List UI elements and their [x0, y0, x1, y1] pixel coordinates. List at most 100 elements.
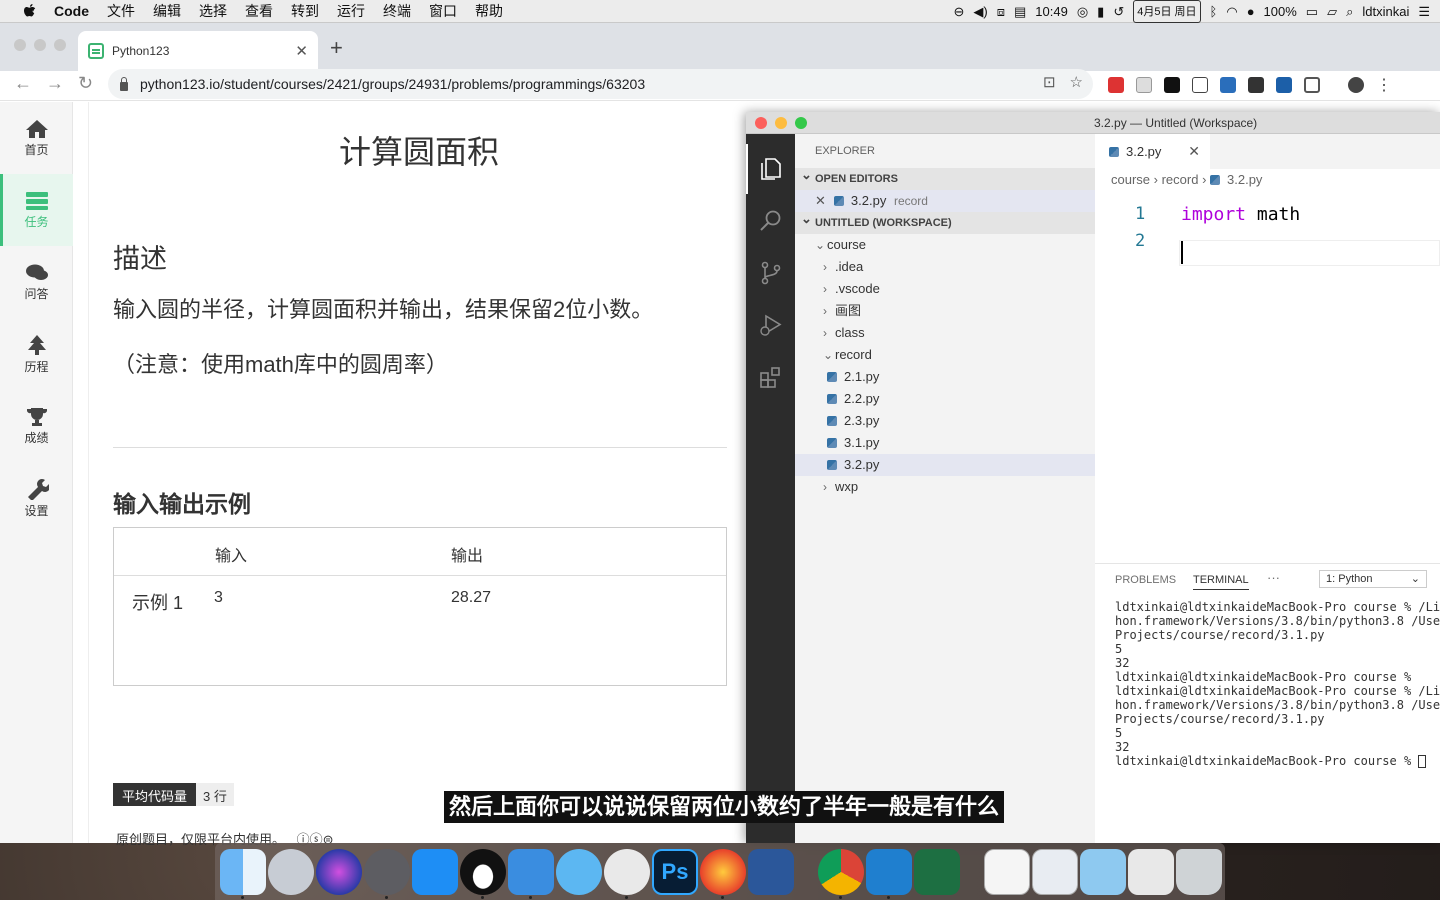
file-2-3[interactable]: 2.3.py — [795, 410, 1095, 432]
memory-icon[interactable]: ▮ — [1097, 0, 1104, 23]
folder-drawing[interactable]: › 画图 — [795, 300, 1095, 322]
extension-icon[interactable] — [1276, 77, 1292, 93]
menu-terminal[interactable]: 终端 — [374, 0, 420, 23]
xcode-icon[interactable] — [508, 849, 554, 895]
breadcrumb-item[interactable]: 3.2.py — [1227, 172, 1262, 187]
close-editor-icon[interactable]: ✕ — [815, 193, 826, 208]
vscode-minimize-button[interactable] — [775, 117, 787, 129]
extension-icon[interactable] — [1220, 77, 1236, 93]
new-tab-icon[interactable]: + — [330, 35, 343, 61]
open-editor-item[interactable]: ✕ 3.2.py record — [795, 190, 1095, 212]
date-badge[interactable]: 4月5日 周日 — [1133, 0, 1201, 23]
chrome-folder-icon[interactable] — [1128, 849, 1174, 895]
time-machine-icon[interactable]: ↺ — [1113, 0, 1124, 23]
launchpad-icon[interactable] — [268, 849, 314, 895]
airplay-icon[interactable]: ▱ — [1327, 0, 1337, 23]
qq-icon[interactable] — [460, 849, 506, 895]
wifi-icon[interactable]: ◠ — [1226, 0, 1237, 23]
firefox-icon[interactable] — [700, 849, 746, 895]
sidebar-item-tasks[interactable]: 任务 — [0, 174, 73, 246]
menu-view[interactable]: 查看 — [236, 0, 282, 23]
explorer-icon[interactable] — [746, 144, 795, 194]
menu-app-code[interactable]: Code — [40, 0, 98, 23]
source-control-icon[interactable] — [758, 260, 784, 286]
terminal-output[interactable]: ldtxinkai@ldtxinkaideMacBook-Pro course … — [1115, 600, 1440, 768]
editor-tab[interactable]: 3.2.py ✕ — [1095, 134, 1210, 169]
address-bar[interactable]: python123.io/student/courses/2421/groups… — [108, 69, 1093, 99]
excel-icon[interactable] — [914, 849, 960, 895]
folder-class[interactable]: › class — [795, 322, 1095, 344]
run-debug-icon[interactable] — [758, 312, 784, 338]
volume-icon[interactable]: ◀) — [973, 0, 987, 23]
sidebar-item-history[interactable]: 历程 — [0, 318, 73, 390]
code-editor[interactable]: 3.2.py ✕ course › record › 3.2.py 1 2 im… — [1095, 134, 1440, 563]
file-3-1[interactable]: 3.1.py — [795, 432, 1095, 454]
photoshop-icon[interactable]: Ps — [652, 849, 698, 895]
workspace-section[interactable]: UNTITLED (WORKSPACE) — [795, 208, 1095, 234]
menu-run[interactable]: 运行 — [328, 0, 374, 23]
terminal-select[interactable]: 1: Python ⌄ — [1319, 570, 1427, 588]
folder-course[interactable]: ⌄ course — [795, 234, 1095, 256]
user-name[interactable]: ldtxinkai — [1362, 0, 1409, 23]
flag-icon[interactable]: ▤ — [1014, 0, 1026, 23]
preview-icon[interactable] — [1032, 849, 1078, 895]
battery-percent[interactable]: 100% — [1264, 0, 1297, 23]
focus-icon[interactable]: ⊖ — [953, 0, 964, 23]
system-preferences-icon[interactable] — [364, 849, 410, 895]
extension-icon[interactable] — [1192, 77, 1208, 93]
sidebar-item-qa[interactable]: 问答 — [0, 246, 73, 318]
breadcrumb-item[interactable]: course — [1111, 172, 1150, 187]
extension-icon[interactable] — [1136, 77, 1152, 93]
breadcrumb-item[interactable]: record — [1162, 172, 1199, 187]
folder-wxp[interactable]: › wxp — [795, 476, 1095, 498]
forward-icon[interactable]: → — [46, 73, 64, 94]
folder-vscode[interactable]: › .vscode — [795, 278, 1095, 300]
tab-problems[interactable]: PROBLEMS — [1115, 574, 1176, 586]
finder-icon[interactable] — [220, 849, 266, 895]
menu-file[interactable]: 文件 — [98, 0, 144, 23]
browser-tab[interactable]: Python123 ✕ — [78, 31, 318, 71]
vscode-close-button[interactable] — [755, 117, 767, 129]
extension-icon[interactable] — [1304, 77, 1320, 93]
search-icon[interactable] — [758, 208, 784, 234]
clock-time[interactable]: 10:49 — [1035, 0, 1068, 23]
menu-selection[interactable]: 选择 — [190, 0, 236, 23]
extension-icon[interactable] — [1108, 77, 1124, 93]
battery-icon[interactable]: ▭ — [1306, 0, 1318, 23]
bluetooth-icon[interactable]: ᛒ — [1210, 0, 1218, 23]
zoom-window-button[interactable] — [54, 39, 66, 51]
close-window-button[interactable] — [14, 39, 26, 51]
menu-go[interactable]: 转到 — [282, 0, 328, 23]
control-center-icon[interactable]: ☰ — [1418, 0, 1430, 23]
vscode-zoom-button[interactable] — [795, 117, 807, 129]
sidebar-item-home[interactable]: 首页 — [0, 102, 73, 174]
file-2-2[interactable]: 2.2.py — [795, 388, 1095, 410]
siri-icon[interactable] — [316, 849, 362, 895]
profile-avatar-icon[interactable] — [1348, 77, 1364, 93]
trash-icon[interactable] — [1176, 849, 1222, 895]
app-store-icon[interactable] — [412, 849, 458, 895]
sidebar-item-scores[interactable]: 成绩 — [0, 390, 73, 462]
chrome-menu-icon[interactable]: ⋮ — [1376, 75, 1392, 95]
siri-status-icon[interactable]: ● — [1247, 0, 1255, 23]
extensions-icon[interactable] — [758, 364, 784, 390]
chrome-icon[interactable] — [818, 849, 864, 895]
screen-record-icon[interactable]: ⧈ — [997, 0, 1005, 23]
sidebar-item-settings[interactable]: 设置 — [0, 462, 73, 534]
file-2-1[interactable]: 2.1.py — [795, 366, 1095, 388]
spotlight-icon[interactable]: ⌕ — [1346, 0, 1353, 23]
folder-record[interactable]: ⌄ record — [795, 344, 1095, 366]
quicktime-icon[interactable] — [556, 849, 602, 895]
extension-icon[interactable] — [1248, 77, 1264, 93]
bookmark-star-icon[interactable]: ☆ — [1070, 73, 1083, 91]
close-tab-icon[interactable]: ✕ — [1188, 134, 1200, 169]
document-icon[interactable] — [984, 849, 1030, 895]
menu-help[interactable]: 帮助 — [466, 0, 512, 23]
back-icon[interactable]: ← — [14, 73, 32, 94]
reload-icon[interactable]: ↻ — [78, 73, 93, 94]
wechat-icon[interactable] — [604, 849, 650, 895]
menu-window[interactable]: 窗口 — [420, 0, 466, 23]
folder-icon[interactable] — [1080, 849, 1126, 895]
word-icon[interactable] — [748, 849, 794, 895]
vscode-icon[interactable] — [866, 849, 912, 895]
